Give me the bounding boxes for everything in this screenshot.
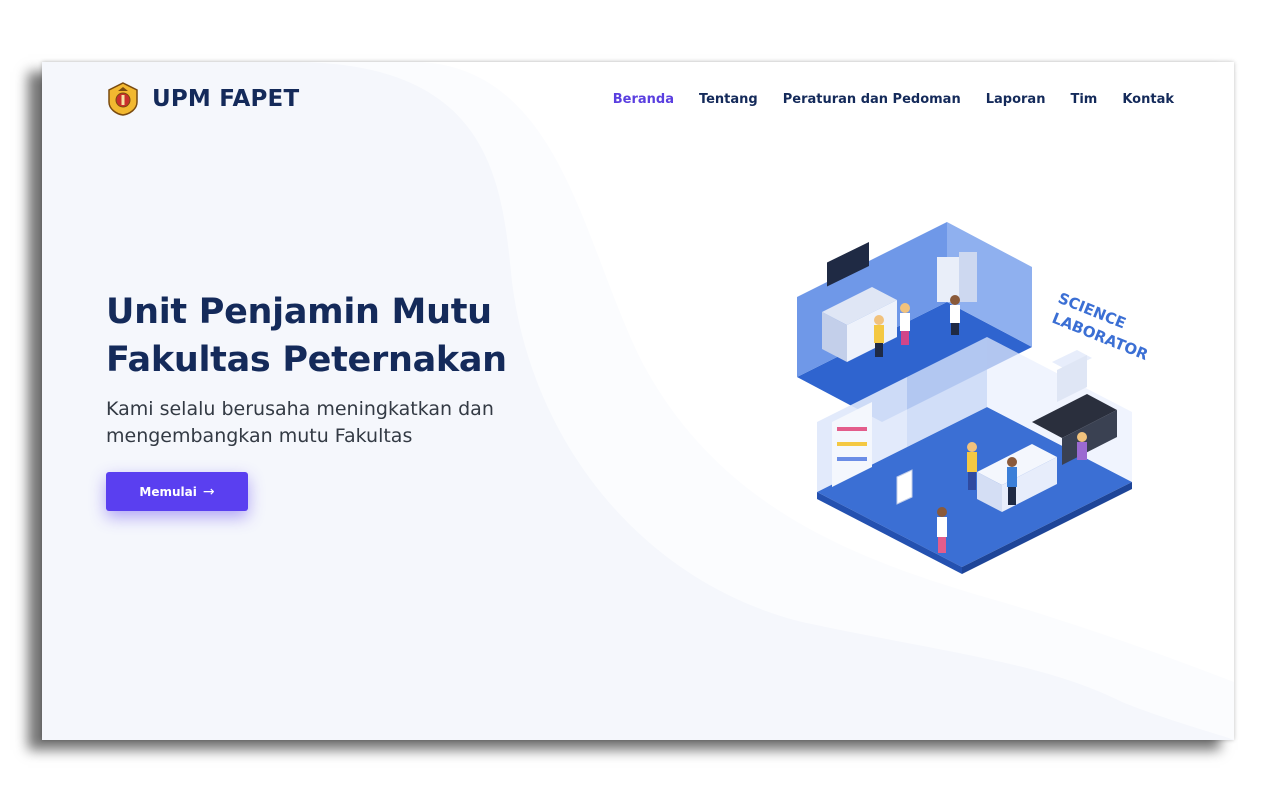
main-nav: Beranda Tentang Peraturan dan Pedoman La… <box>613 92 1174 107</box>
nav-item-laporan[interactable]: Laporan <box>986 92 1046 107</box>
arrow-right-icon: → <box>202 483 215 500</box>
get-started-label: Memulai <box>139 484 197 499</box>
hero-text: Unit Penjamin Mutu Fakultas Peternakan K… <box>106 288 626 450</box>
nav-item-peraturan-dan-pedoman[interactable]: Peraturan dan Pedoman <box>783 92 961 107</box>
hero-title: Unit Penjamin Mutu Fakultas Peternakan <box>106 288 626 384</box>
university-crest-icon <box>106 82 140 116</box>
nav-item-tentang[interactable]: Tentang <box>699 92 758 107</box>
brand-name: UPM FAPET <box>152 86 300 112</box>
hero-subtitle: Kami selalu berusaha meningkatkan dan me… <box>106 398 494 447</box>
nav-item-beranda[interactable]: Beranda <box>613 92 674 107</box>
hero-title-line-2: Fakultas Peternakan <box>106 340 507 380</box>
science-laboratory-illustration: SCIENCE LABORATORY <box>797 222 1147 574</box>
nav-item-tim[interactable]: Tim <box>1070 92 1097 107</box>
hero-section: UPM FAPET Beranda Tentang Peraturan dan … <box>42 62 1234 740</box>
nav-item-kontak[interactable]: Kontak <box>1122 92 1174 107</box>
brand[interactable]: UPM FAPET <box>106 82 299 116</box>
site-header: UPM FAPET Beranda Tentang Peraturan dan … <box>106 82 1174 116</box>
hero-title-line-1: Unit Penjamin Mutu <box>106 292 492 332</box>
get-started-button[interactable]: Memulai → <box>106 472 248 511</box>
